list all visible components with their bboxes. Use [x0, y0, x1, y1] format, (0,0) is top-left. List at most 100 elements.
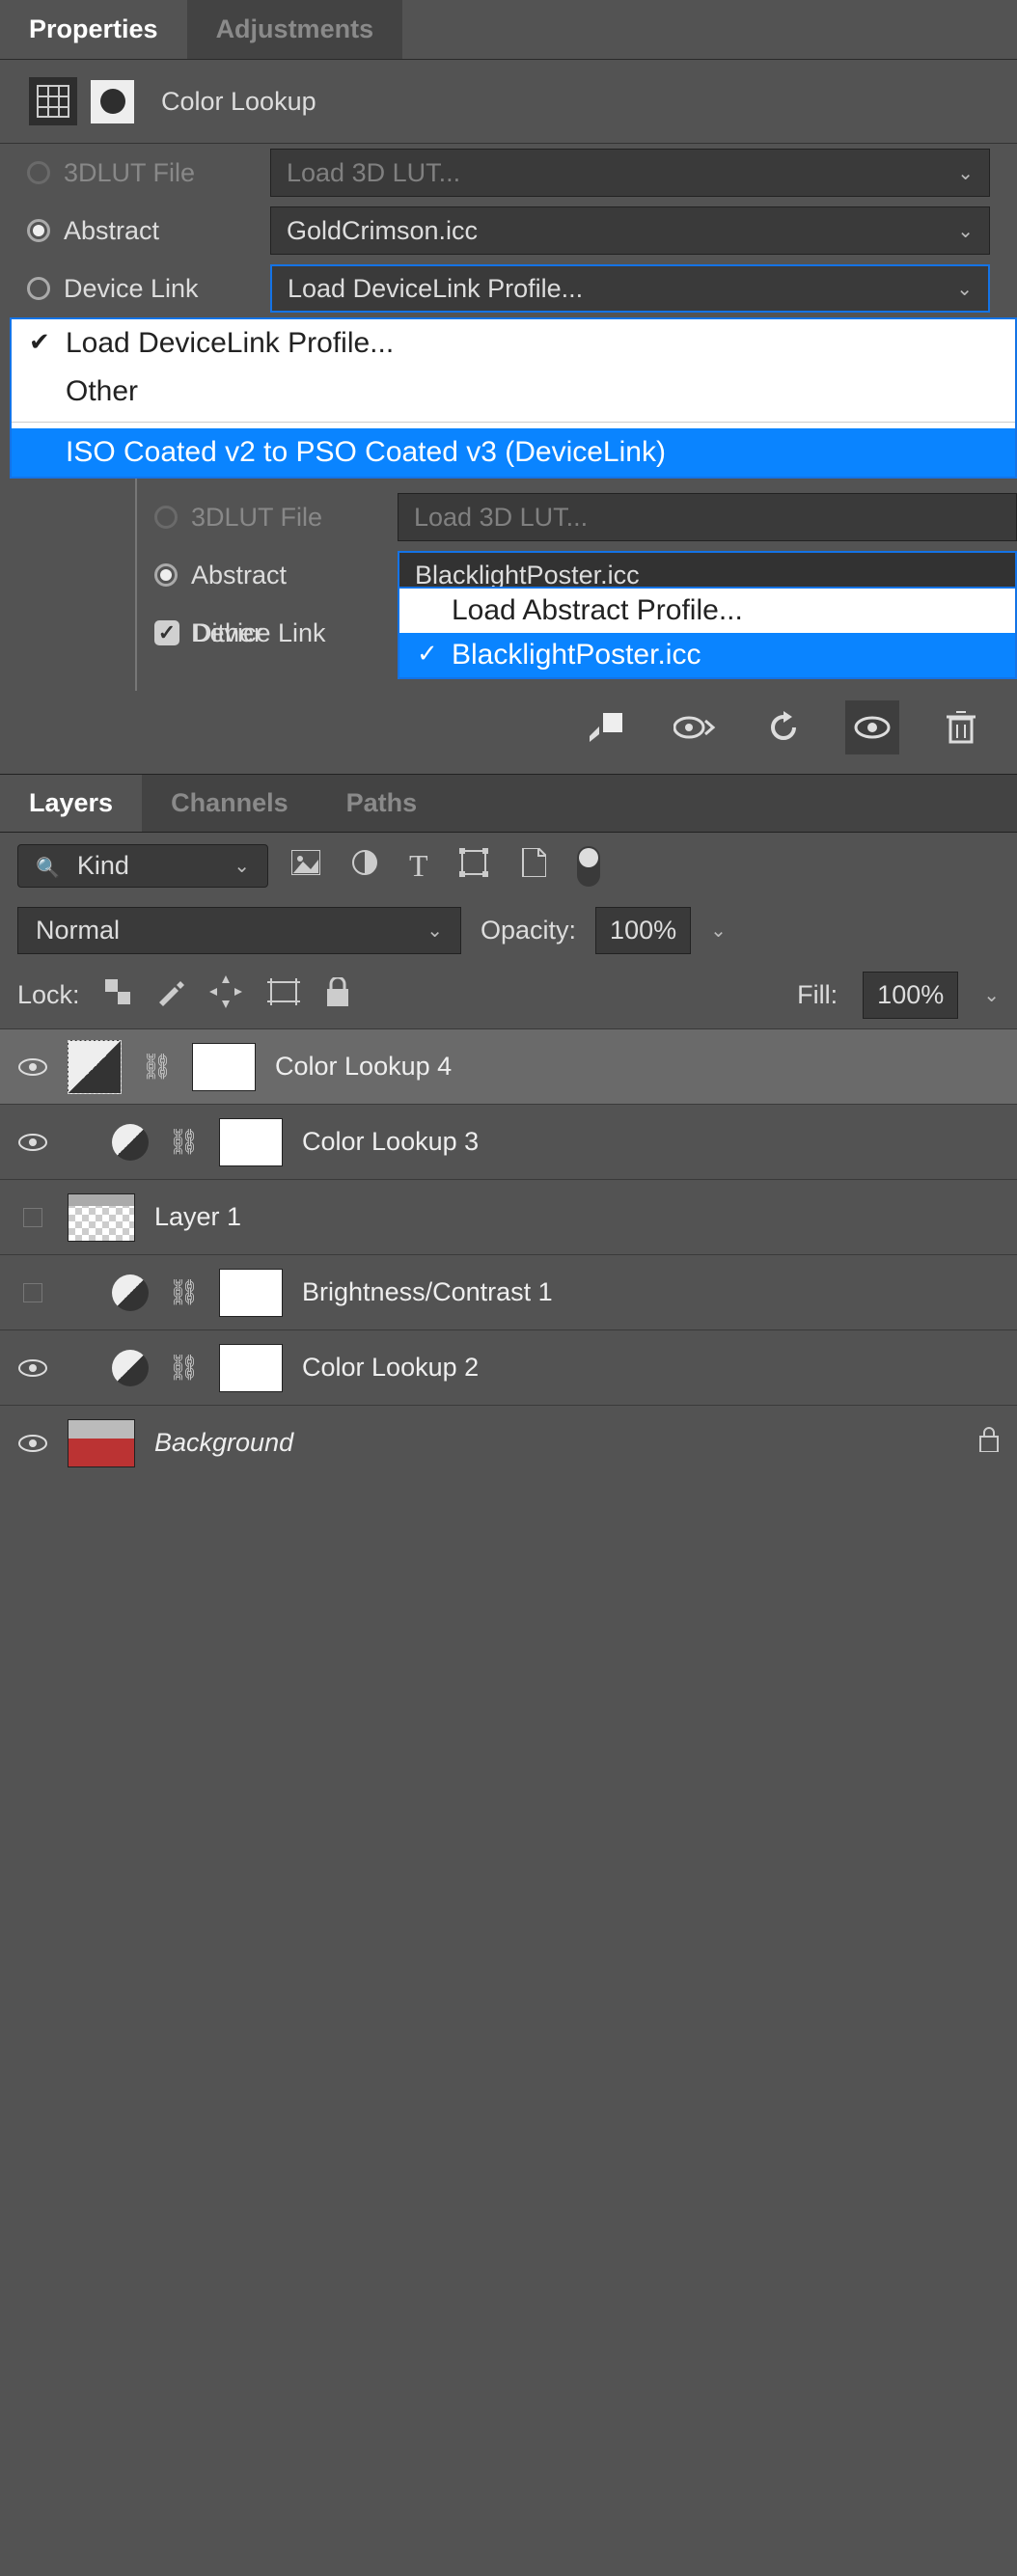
link-icon[interactable]: ⛓: [168, 1127, 200, 1157]
reset-icon[interactable]: [756, 700, 811, 754]
fill-value: 100%: [877, 980, 944, 1010]
opacity-value: 100%: [610, 916, 676, 945]
eye-icon[interactable]: [17, 1132, 48, 1153]
tab-paths[interactable]: Paths: [317, 775, 447, 832]
lock-transparency-icon[interactable]: [105, 979, 130, 1011]
lock-label: Lock:: [17, 980, 80, 1010]
chevron-down-icon[interactable]: ⌄: [983, 983, 1000, 1007]
eye-icon[interactable]: [17, 1357, 48, 1379]
blend-mode-value: Normal: [36, 916, 120, 945]
lock-pixels-icon[interactable]: [155, 977, 184, 1013]
chevron-down-icon[interactable]: ⌄: [710, 918, 727, 943]
lock-artboard-icon[interactable]: [267, 978, 300, 1012]
layer-filter-kind[interactable]: Kind ⌄: [17, 844, 268, 888]
opacity-field[interactable]: 100%: [595, 907, 691, 954]
blend-mode-dropdown[interactable]: Normal ⌄: [17, 907, 461, 954]
menu-item-blacklight[interactable]: BlacklightPoster.icc: [399, 633, 1015, 677]
lock-icon[interactable]: [978, 1427, 1000, 1459]
fill-label: Fill:: [797, 980, 838, 1010]
mask-thumb[interactable]: [219, 1344, 283, 1392]
dropdown-3dlut-2[interactable]: Load 3D LUT...: [398, 493, 1017, 541]
label-abstract-2: Abstract: [191, 561, 384, 590]
adjustment-thumb-icon: [68, 1040, 122, 1094]
label-dither: Dither: [193, 618, 386, 648]
label-abstract: Abstract: [64, 216, 257, 246]
layer-name[interactable]: Color Lookup 3: [302, 1127, 479, 1157]
layer-row[interactable]: Background: [0, 1405, 1017, 1480]
chevron-down-icon: ⌄: [426, 918, 443, 943]
secondary-lookup-group: 3DLUT File Load 3D LUT... Abstract Black…: [135, 479, 1017, 691]
visibility-off-icon[interactable]: [23, 1208, 42, 1227]
tab-adjustments[interactable]: Adjustments: [187, 0, 403, 59]
checkbox-dither[interactable]: [154, 620, 179, 645]
dropdown-3dlut-2-value: Load 3D LUT...: [414, 503, 588, 533]
filter-toggle[interactable]: [577, 846, 600, 887]
layer-name[interactable]: Brightness/Contrast 1: [302, 1277, 553, 1307]
radio-3dlut-2[interactable]: [154, 506, 178, 529]
fill-field[interactable]: 100%: [863, 972, 958, 1019]
lock-all-icon[interactable]: [325, 977, 350, 1013]
dropdown-3dlut[interactable]: Load 3D LUT... ⌄: [270, 149, 990, 197]
opacity-label: Opacity:: [481, 916, 576, 945]
clip-to-layer-icon[interactable]: [579, 700, 633, 754]
lock-position-icon[interactable]: [209, 975, 242, 1015]
dropdown-devicelink[interactable]: Load DeviceLink Profile... ⌄: [270, 264, 990, 313]
radio-devicelink[interactable]: [27, 277, 50, 300]
layer-row[interactable]: Layer 1: [0, 1179, 1017, 1254]
mask-thumb[interactable]: [192, 1043, 256, 1091]
lut-grid-icon: [29, 77, 77, 125]
filter-type-icon[interactable]: T: [409, 848, 428, 884]
layer-row[interactable]: ⛓ Color Lookup 2: [0, 1329, 1017, 1405]
visibility-icon[interactable]: [845, 700, 899, 754]
radio-abstract-2[interactable]: [154, 563, 178, 587]
label-3dlut-2: 3DLUT File: [191, 503, 384, 533]
filter-smartobject-icon[interactable]: [519, 848, 546, 884]
menu-item-load-devicelink[interactable]: Load DeviceLink Profile...: [12, 319, 1015, 368]
dropdown-abstract[interactable]: GoldCrimson.icc ⌄: [270, 206, 990, 255]
eye-icon[interactable]: [17, 1433, 48, 1454]
visibility-off-icon[interactable]: [23, 1283, 42, 1302]
devicelink-menu: Load DeviceLink Profile... Other ISO Coa…: [10, 317, 1017, 479]
layer-name[interactable]: Layer 1: [154, 1202, 241, 1232]
radio-3dlut[interactable]: [27, 161, 50, 184]
properties-bottom-bar: [0, 691, 1017, 774]
eye-icon[interactable]: [17, 1056, 48, 1078]
layer-row[interactable]: ⛓ Color Lookup 4: [0, 1028, 1017, 1104]
layer-thumb: [68, 1193, 135, 1242]
layer-filter-kind-label: Kind: [77, 851, 129, 881]
link-icon[interactable]: ⛓: [168, 1353, 200, 1383]
layer-name[interactable]: Background: [154, 1428, 293, 1458]
chevron-down-icon: ⌄: [234, 854, 250, 878]
link-icon[interactable]: ⛓: [141, 1052, 173, 1082]
label-devicelink: Device Link: [64, 274, 257, 304]
mask-thumb[interactable]: [219, 1118, 283, 1166]
adjustment-thumb-icon: [112, 1350, 149, 1386]
properties-panel: Properties Adjustments Color Lookup 3DLU…: [0, 0, 1017, 774]
tab-layers[interactable]: Layers: [0, 775, 142, 832]
adjustment-title-bar: Color Lookup: [0, 60, 1017, 143]
radio-abstract[interactable]: [27, 219, 50, 242]
layer-row[interactable]: ⛓ Color Lookup 3: [0, 1104, 1017, 1179]
menu-item-iso-coated[interactable]: ISO Coated v2 to PSO Coated v3 (DeviceLi…: [12, 428, 1015, 477]
filter-shape-icon[interactable]: [459, 848, 488, 884]
dropdown-3dlut-value: Load 3D LUT...: [287, 158, 460, 188]
menu-item-other[interactable]: Other: [12, 368, 1015, 416]
mask-thumb[interactable]: [219, 1269, 283, 1317]
link-icon[interactable]: ⛓: [168, 1277, 200, 1307]
layer-name[interactable]: Color Lookup 4: [275, 1052, 452, 1082]
filter-pixel-icon[interactable]: [291, 850, 320, 882]
trash-icon[interactable]: [934, 700, 988, 754]
menu-item-load-abstract[interactable]: Load Abstract Profile...: [399, 589, 1015, 633]
layer-name[interactable]: Color Lookup 2: [302, 1353, 479, 1383]
chevron-down-icon: ⌄: [957, 161, 974, 185]
layers-tabbar: Layers Channels Paths: [0, 774, 1017, 833]
dropdown-devicelink-value: Load DeviceLink Profile...: [288, 274, 583, 304]
layer-thumb: [68, 1419, 135, 1467]
view-previous-icon[interactable]: [668, 700, 722, 754]
properties-tabbar: Properties Adjustments: [0, 0, 1017, 60]
tab-channels[interactable]: Channels: [142, 775, 317, 832]
tab-properties[interactable]: Properties: [0, 0, 187, 59]
filter-adjustment-icon[interactable]: [351, 849, 378, 883]
dropdown-abstract-value: GoldCrimson.icc: [287, 216, 478, 246]
layer-row[interactable]: ⛓ Brightness/Contrast 1: [0, 1254, 1017, 1329]
